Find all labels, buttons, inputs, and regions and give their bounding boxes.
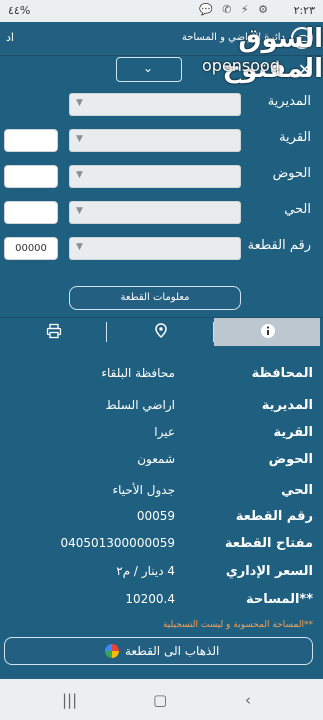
chevron-down-icon: ⌄: [143, 61, 154, 75]
parcel-info-button[interactable]: معلومات القطعة: [69, 286, 241, 310]
status-icons: 💬 ✆ ⚡ ⚙: [199, 3, 271, 16]
detail-key: الحي: [281, 483, 313, 498]
printer-icon: [46, 323, 62, 339]
close-icon[interactable]: ✕: [298, 60, 311, 79]
detail-key: المديرية: [261, 398, 313, 413]
detail-value: 00059: [136, 509, 175, 523]
detail-key: السعر الإداري: [225, 564, 313, 579]
detail-admin-price: السعر الإداري 4 دينار / م٢: [0, 558, 323, 584]
detail-value: اراضي السلط: [105, 398, 175, 412]
detail-directorate: المديرية اراضي السلط: [0, 392, 323, 418]
village-label: القرية: [279, 130, 311, 145]
status-time: ٢:٢٣: [293, 4, 315, 17]
neighborhood-select[interactable]: ▼: [69, 201, 241, 224]
detail-value: شمعون: [137, 452, 175, 466]
basin-label: الحوض: [272, 166, 311, 181]
goto-parcel-label: الذهاب الى القطعة: [125, 644, 220, 658]
detail-neighborhood: الحي جدول الأحياء: [0, 477, 323, 503]
detail-value: جدول الأحياء: [112, 483, 175, 497]
detail-parcel-number: رقم القطعة 00059: [0, 503, 323, 529]
detail-key: المحافظة: [251, 366, 313, 381]
directorate-select[interactable]: ▼: [69, 93, 241, 116]
village-select[interactable]: ▼: [69, 129, 241, 152]
system-nav-bar: ||| ▢ ‹: [0, 679, 323, 720]
detail-key: مفتاح القطعة: [224, 536, 313, 551]
parcel-number-input[interactable]: 00000: [4, 237, 58, 260]
app-title-prefix: اد: [6, 31, 14, 44]
info-icon: [261, 324, 275, 338]
basin-select[interactable]: ▼: [69, 165, 241, 188]
area-note: **المساحة المحسوبة و ليست التسجيلية: [162, 620, 313, 630]
status-bar: ٢:٢٣ 💬 ✆ ⚡ ⚙ ٤٤%: [0, 0, 323, 22]
detail-key: رقم القطعة: [235, 509, 313, 524]
detail-parcel-key: مفتاح القطعة 040501300000059: [0, 530, 323, 556]
location-pin-icon: [155, 323, 167, 339]
goto-parcel-button[interactable]: الذهاب الى القطعة: [4, 637, 313, 665]
parcel-label: رقم القطعة: [247, 238, 311, 253]
directorate-label: المديرية: [267, 94, 311, 109]
dropdown-arrow-icon: ▼: [76, 242, 83, 252]
detail-key: الحوض: [268, 452, 313, 467]
recent-apps-icon[interactable]: |||: [62, 691, 77, 709]
google-icon: [105, 644, 119, 658]
neighborhood-code-input[interactable]: [4, 201, 58, 224]
dropdown-arrow-icon: ▼: [76, 206, 83, 216]
watermark-latin: opensooq: [202, 56, 280, 75]
home-icon[interactable]: ▢: [153, 691, 167, 709]
parcel-select[interactable]: ▼: [69, 237, 241, 260]
detail-value: عيرا: [154, 425, 175, 439]
basin-code-input[interactable]: [4, 165, 58, 188]
detail-key: **المساحة: [245, 592, 313, 607]
battery-indicator: ٤٤%: [8, 4, 31, 17]
dropdown-arrow-icon: ▼: [76, 170, 83, 180]
tab-info[interactable]: [214, 318, 320, 346]
detail-basin: الحوض شمعون: [0, 446, 323, 472]
back-icon[interactable]: ‹: [245, 691, 251, 709]
dropdown-arrow-icon: ▼: [76, 134, 83, 144]
detail-area: **المساحة 10200.4: [0, 586, 323, 612]
dropdown-arrow-icon: ▼: [76, 98, 83, 108]
detail-key: القرية: [273, 425, 313, 440]
detail-governorate: المحافظة محافظة البلقاء: [0, 360, 323, 386]
tab-bar: [0, 317, 323, 346]
detail-value: 4 دينار / م٢: [116, 564, 175, 578]
panel-toggle-dropdown[interactable]: ⌄: [116, 57, 182, 82]
detail-village: القرية عيرا: [0, 419, 323, 445]
detail-value: 040501300000059: [60, 536, 175, 550]
tab-print[interactable]: [0, 318, 106, 346]
village-code-input[interactable]: [4, 129, 58, 152]
detail-value: 10200.4: [125, 592, 175, 606]
tab-location[interactable]: [107, 318, 213, 346]
detail-value: محافظة البلقاء: [101, 366, 175, 380]
neighborhood-label: الحي: [284, 202, 311, 217]
